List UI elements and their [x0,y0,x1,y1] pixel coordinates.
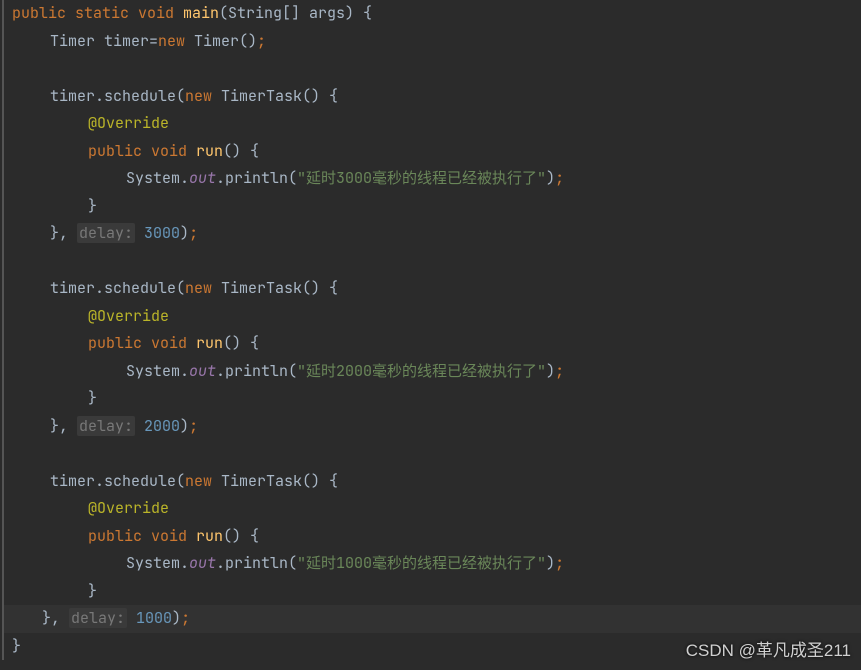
token: Timer() [194,31,257,51]
semicolon: ; [555,168,564,188]
keyword: new [185,471,221,491]
code-line: } [12,193,853,221]
code-line: timer.schedule(new TimerTask() { [12,275,853,303]
token: ) [546,361,555,381]
token: () { [223,141,259,161]
token: () { [223,526,259,546]
token: }, [50,223,77,243]
token: TimerTask() { [221,86,338,106]
code-line: public void run() { [12,138,853,166]
semicolon: ; [555,553,564,573]
token: ) [180,223,189,243]
number: 1000 [127,608,172,628]
method-name: main [183,3,219,23]
brace: } [12,636,21,656]
param-hint: delay: [77,416,135,436]
semicolon: ; [181,608,190,628]
code-line: @Override [12,303,853,331]
token: .println( [216,553,297,573]
token: ) [546,553,555,573]
token: ) [546,168,555,188]
token: System. [126,168,189,188]
code-line: public static void main(String[] args) { [12,0,853,28]
token: System. [126,553,189,573]
blank-line [12,248,853,276]
code-line: }, delay: 3000); [12,220,853,248]
code-line: timer.schedule(new TimerTask() { [12,468,853,496]
token: timer.schedule( [50,471,185,491]
field: out [189,361,216,381]
method-name: run [196,526,223,546]
keyword: new [185,86,221,106]
string: "延时1000毫秒的线程已经被执行了" [297,553,546,573]
brace: } [88,581,97,601]
keyword: public void [88,141,196,161]
token: timer.schedule( [50,86,185,106]
string: "延时2000毫秒的线程已经被执行了" [297,361,546,381]
method-name: run [196,333,223,353]
token: () { [223,333,259,353]
keyword: new [185,278,221,298]
watermark: CSDN @革凡成圣211 [686,637,851,665]
token: Timer timer= [50,31,158,51]
code-line: @Override [12,110,853,138]
token: timer.schedule( [50,278,185,298]
keyword: new [158,31,194,51]
param-hint: delay: [69,608,127,628]
token: }, [42,608,69,628]
token: ) [172,608,181,628]
code-line: @Override [12,495,853,523]
token: .println( [216,168,297,188]
field: out [189,553,216,573]
token: TimerTask() { [221,278,338,298]
code-line: System.out.println("延时3000毫秒的线程已经被执行了"); [12,165,853,193]
code-line: System.out.println("延时1000毫秒的线程已经被执行了"); [12,550,853,578]
method-name: run [196,141,223,161]
number: 3000 [135,223,180,243]
token: ) [180,416,189,436]
code-line: } [12,385,853,413]
keyword: public void [88,526,196,546]
code-line: Timer timer=new Timer(); [12,28,853,56]
number: 2000 [135,416,180,436]
semicolon: ; [189,223,198,243]
code-editor[interactable]: public static void main(String[] args) {… [2,0,861,660]
semicolon: ; [189,416,198,436]
code-line-highlighted: }, delay: 1000); [4,605,861,633]
annotation: @Override [88,113,169,133]
code-line: System.out.println("延时2000毫秒的线程已经被执行了"); [12,358,853,386]
token: (String[] args) { [219,3,372,23]
brace: } [88,196,97,216]
code-line: timer.schedule(new TimerTask() { [12,83,853,111]
token: System. [126,361,189,381]
annotation: @Override [88,498,169,518]
keyword: public static void [12,3,183,23]
param-hint: delay: [77,223,135,243]
semicolon: ; [555,361,564,381]
field: out [189,168,216,188]
token: TimerTask() { [221,471,338,491]
string: "延时3000毫秒的线程已经被执行了" [297,168,546,188]
blank-line [12,55,853,83]
annotation: @Override [88,306,169,326]
brace: } [88,388,97,408]
code-line: } [12,578,853,606]
code-line: public void run() { [12,523,853,551]
code-line: }, delay: 2000); [12,413,853,441]
code-line: public void run() { [12,330,853,358]
keyword: public void [88,333,196,353]
semicolon: ; [257,31,266,51]
blank-line [12,440,853,468]
token: }, [50,416,77,436]
token: .println( [216,361,297,381]
